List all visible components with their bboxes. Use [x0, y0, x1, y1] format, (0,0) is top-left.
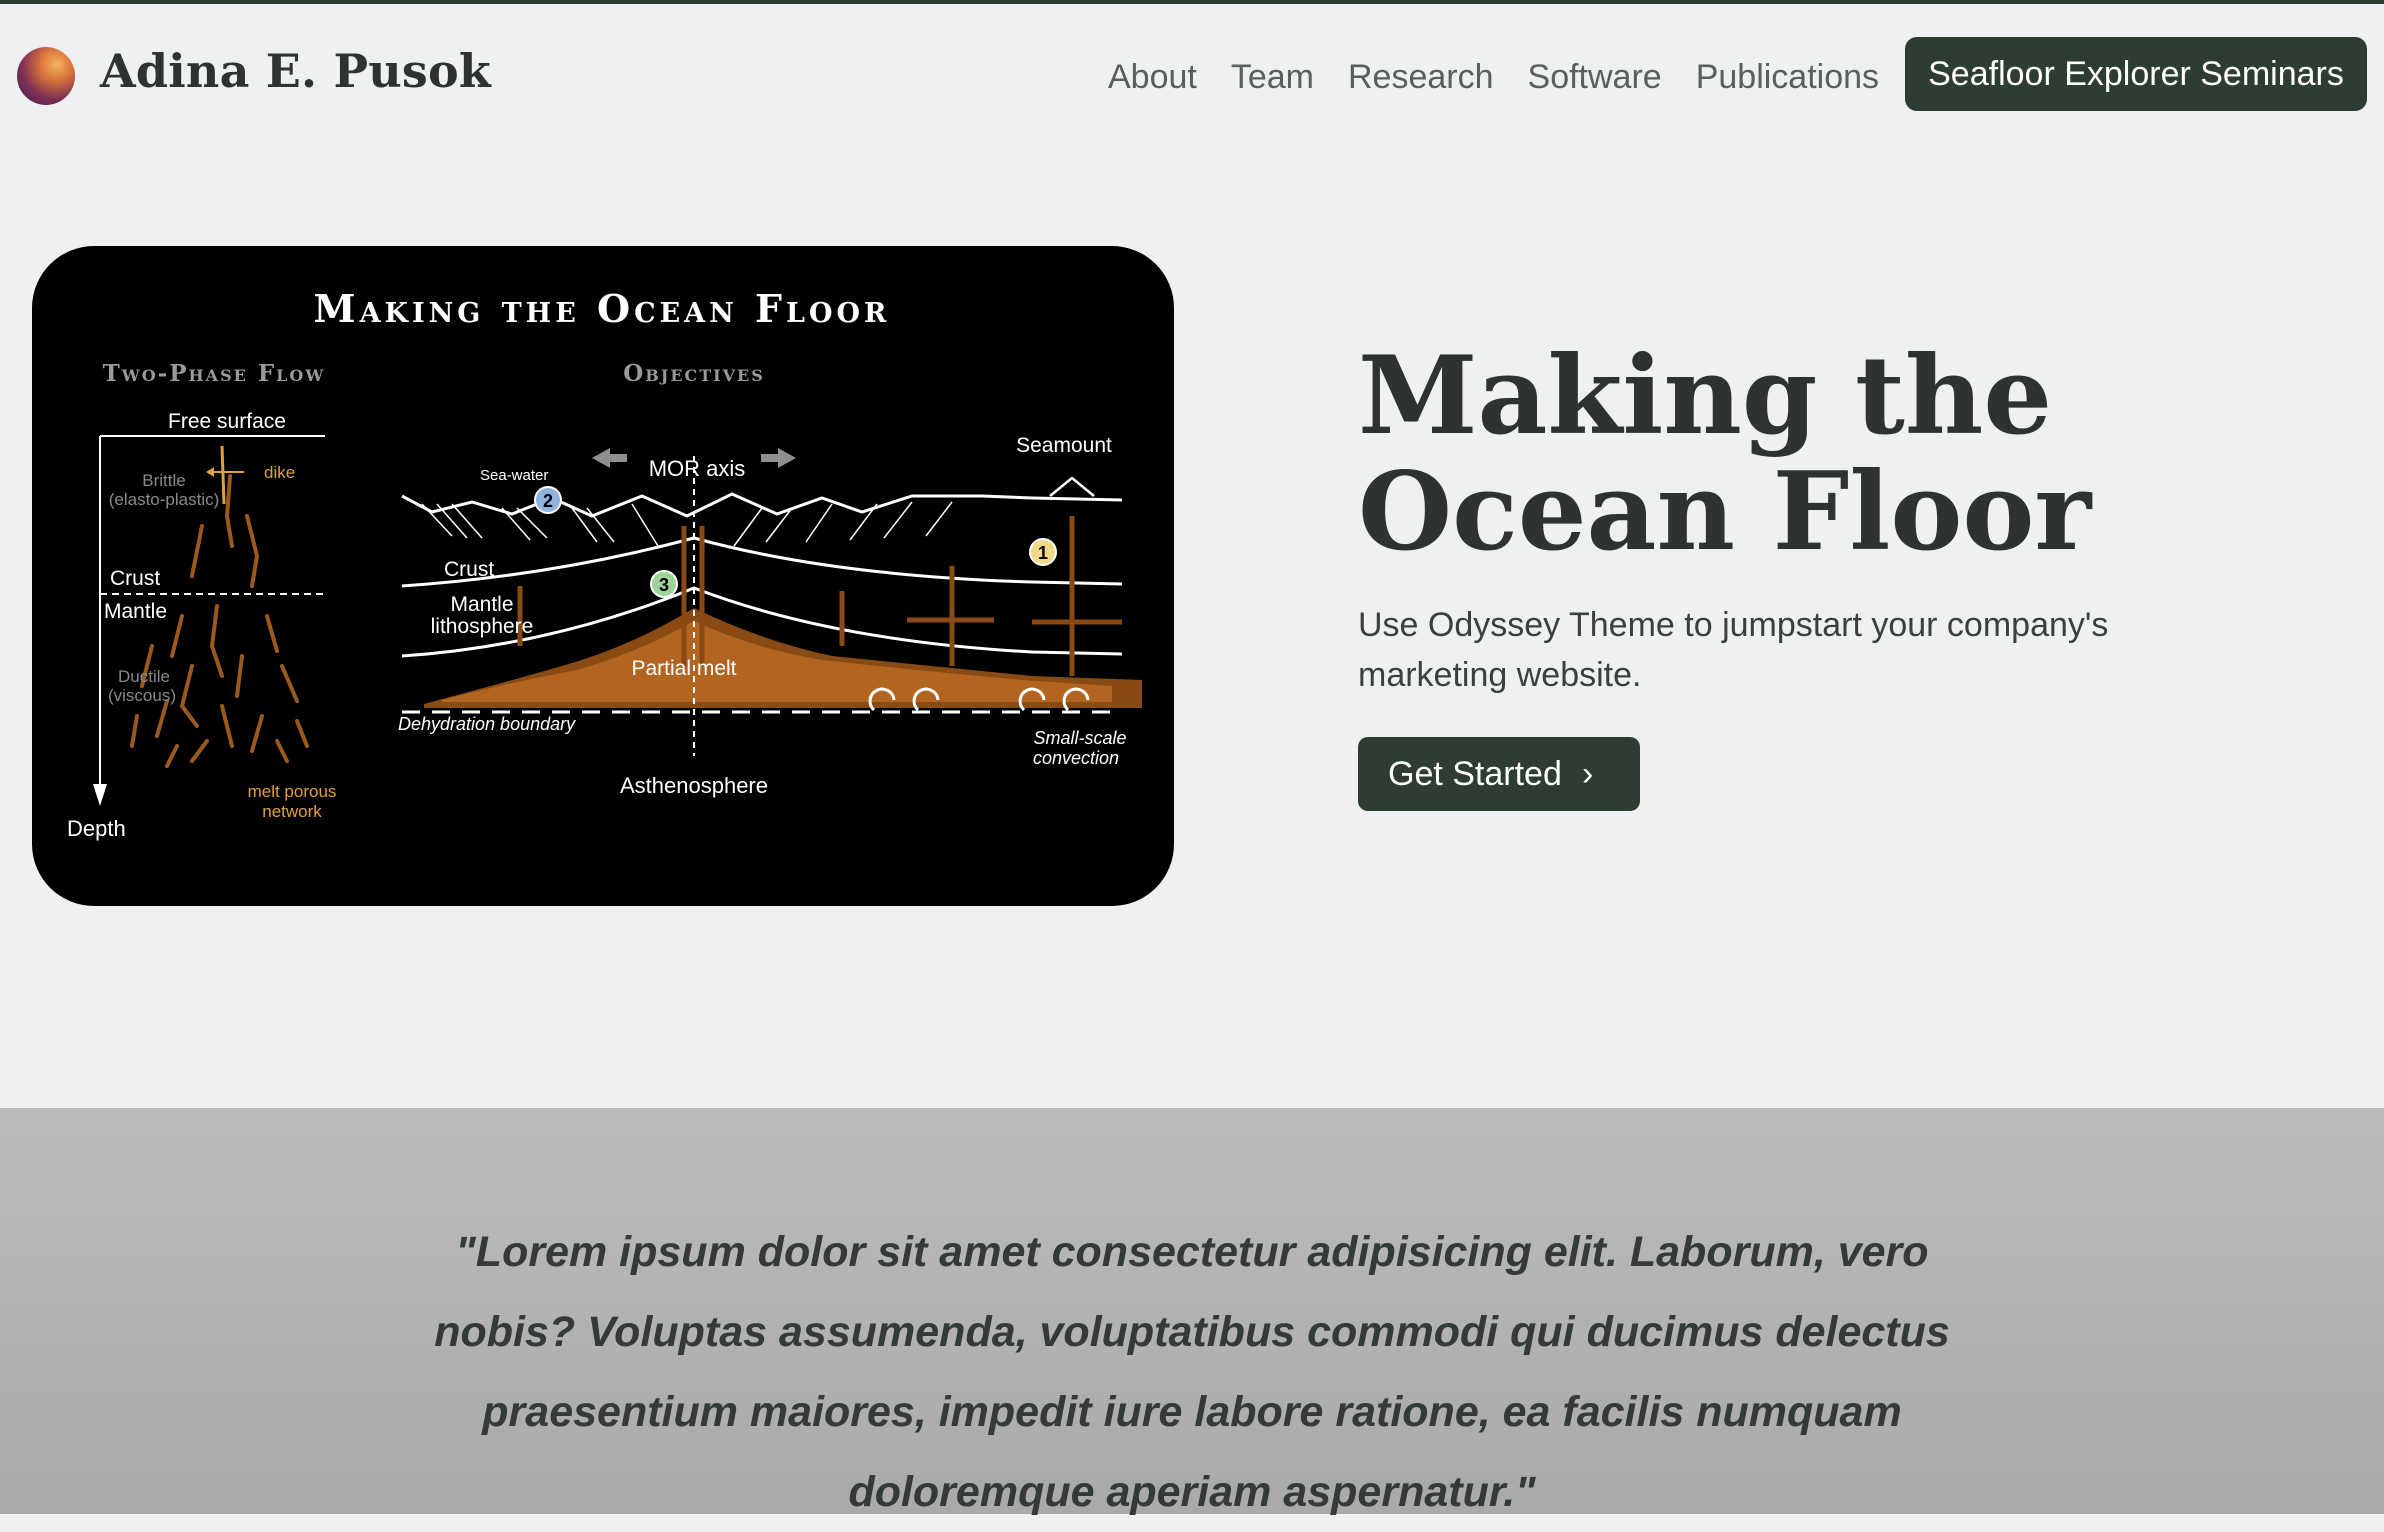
- site-title[interactable]: Adina E. Pusok: [100, 44, 491, 98]
- site-header: Adina E. Pusok About Team Research Softw…: [0, 4, 2384, 144]
- label-free-surface: Free surface: [168, 410, 286, 433]
- label-crust-left: Crust: [110, 567, 160, 590]
- hero-figure: Making the Ocean Floor Two-Phase Flow Ob…: [32, 246, 1174, 906]
- nav-link-team[interactable]: Team: [1231, 54, 1314, 100]
- label-brittle: Brittle: [142, 471, 185, 490]
- label-viscous: (viscous): [108, 686, 176, 705]
- marker-3: 3: [659, 575, 669, 595]
- seafloor-seminars-button[interactable]: Seafloor Explorer Seminars: [1905, 37, 2367, 111]
- main-nav: About Team Research Software Publication…: [1108, 54, 1913, 100]
- label-network: network: [262, 802, 322, 821]
- label-convection: convection: [1033, 748, 1119, 768]
- figure-left-heading: Two-Phase Flow: [103, 360, 326, 387]
- label-mantle-right: Mantle: [450, 593, 513, 616]
- label-dehydration-boundary: Dehydration boundary: [398, 714, 576, 734]
- label-melt-porous: melt porous: [248, 782, 337, 801]
- label-mor-axis: MOR axis: [649, 456, 746, 481]
- label-crust-right: Crust: [444, 558, 494, 581]
- marker-1: 1: [1038, 543, 1048, 563]
- chevron-right-icon: ›: [1582, 755, 1594, 793]
- hero-title: Making the Ocean Floor: [1358, 333, 2092, 575]
- ocean-floor-diagram: 1 2 3 Sea-water MOR axis Seamount Crust …: [398, 434, 1142, 798]
- label-sea-water: Sea-water: [480, 467, 548, 484]
- label-ductile: Ductile: [118, 667, 170, 686]
- two-phase-flow-diagram: Free surface Brittle (elasto-plastic) di…: [67, 410, 336, 841]
- label-depth: Depth: [67, 816, 126, 841]
- nav-link-software[interactable]: Software: [1528, 54, 1662, 100]
- label-dike: dike: [264, 463, 295, 482]
- figure-right-heading: Objectives: [623, 360, 765, 387]
- nav-link-about[interactable]: About: [1108, 54, 1197, 100]
- label-small-scale: Small-scale: [1033, 728, 1126, 748]
- label-partial-melt: Partial melt: [631, 657, 736, 680]
- hero-subtitle: Use Odyssey Theme to jumpstart your comp…: [1358, 606, 2109, 694]
- marker-2: 2: [543, 491, 553, 511]
- nav-link-research[interactable]: Research: [1348, 54, 1494, 100]
- label-elasto-plastic: (elasto-plastic): [109, 490, 220, 509]
- gradient-orb-icon[interactable]: [17, 47, 75, 105]
- label-lithosphere: lithosphere: [431, 615, 534, 638]
- testimonial-quote: "Lorem ipsum dolor sit amet consectetur …: [434, 1228, 1950, 1516]
- figure-title: Making the Ocean Floor: [314, 286, 891, 331]
- get-started-label: Get Started: [1388, 755, 1562, 793]
- label-asthenosphere: Asthenosphere: [620, 773, 768, 798]
- label-mantle-left: Mantle: [104, 600, 167, 623]
- nav-link-publications[interactable]: Publications: [1696, 54, 1879, 100]
- get-started-button[interactable]: Get Started ›: [1358, 737, 1640, 811]
- label-seamount: Seamount: [1016, 434, 1112, 457]
